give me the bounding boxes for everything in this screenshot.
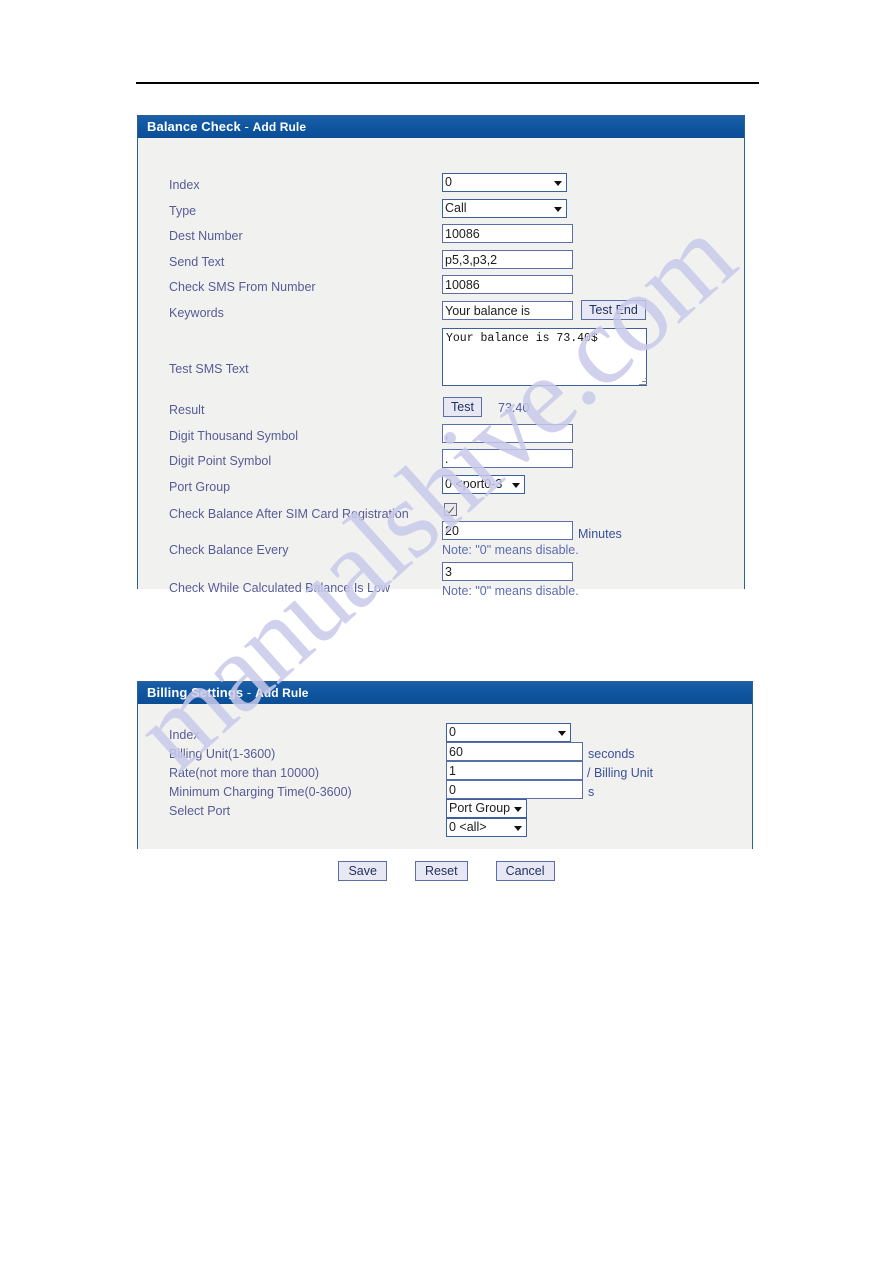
label-select-port: Select Port [169,804,231,818]
result-value: 73.40 [498,401,530,415]
select-port-mode-select[interactable]: Port Group [446,799,527,818]
label-index: Index [169,178,200,192]
select-port-mode-value: Port Group [449,801,511,815]
billing-settings-panel-body: Index 0 Billing Unit(1-3600) seconds Rat… [138,704,752,849]
label-digit-point-symbol: Digit Point Symbol [169,454,272,468]
send-text-input[interactable] [442,250,573,269]
check-balance-every-note: Note: "0" means disable. [442,543,579,557]
chevron-down-icon [514,826,522,831]
reset-button[interactable]: Reset [414,861,468,881]
test-end-button-label: Test End [589,303,638,317]
check-while-low-input[interactable] [442,562,573,581]
select-port-group-value: 0 <all> [449,820,487,834]
balance-check-title-dash: - [240,119,253,134]
type-select[interactable]: Call [442,199,567,218]
check-icon [446,505,455,514]
billing-unit-units: seconds [588,747,635,761]
check-while-low-note: Note: "0" means disable. [442,584,579,598]
billing-settings-title-sub: Add Rule [255,686,309,700]
port-group-select-value: 0 <port0-3 [445,477,503,491]
minimum-charging-time-units: s [588,785,595,799]
label-billing-unit: Billing Unit(1-3600) [169,747,276,761]
test-button[interactable]: Test [443,397,482,417]
billing-settings-panel-title: Billing Settings - Add Rule [138,682,752,704]
chevron-down-icon [512,483,520,488]
test-sms-text-textarea[interactable]: Your balance is 73.40$ [442,328,647,386]
keywords-input[interactable] [442,301,573,320]
digit-thousand-symbol-input[interactable] [442,424,573,443]
rate-units: / Billing Unit [587,766,653,780]
label-result: Result [169,403,205,417]
form-action-buttons: Save Reset Cancel [0,861,893,881]
label-dest-number: Dest Number [169,229,243,243]
label-minimum-charging-time: Minimum Charging Time(0-3600) [169,785,352,799]
index-select[interactable]: 0 [442,173,567,192]
type-select-value: Call [445,201,467,215]
billing-index-select[interactable]: 0 [446,723,571,742]
save-button[interactable]: Save [338,861,387,881]
label-billing-index: Index [169,728,200,742]
check-balance-every-input[interactable] [442,521,573,540]
balance-check-panel-body: Index 0 Type Call Dest Number Send Text … [138,138,744,598]
label-keywords: Keywords [169,306,224,320]
page-header-rule [136,82,759,84]
test-button-label: Test [451,400,474,414]
rate-input[interactable] [446,761,583,780]
billing-unit-input[interactable] [446,742,583,761]
chevron-down-icon [514,807,522,812]
balance-check-title-main: Balance Check [147,119,241,134]
minimum-charging-time-input[interactable] [446,780,583,799]
check-sms-from-number-input[interactable] [442,275,573,294]
balance-check-title-sub: Add Rule [252,120,307,134]
label-send-text: Send Text [169,255,225,269]
dest-number-input[interactable] [442,224,573,243]
billing-settings-panel: Billing Settings - Add Rule Index 0 Bill… [137,681,753,849]
chevron-down-icon [558,731,566,736]
cancel-button[interactable]: Cancel [495,861,555,881]
balance-check-panel: Balance Check - Add Rule Index 0 Type Ca… [137,115,745,598]
chevron-down-icon [554,181,562,186]
label-check-while-low: Check While Calculated Balance Is Low [169,581,390,595]
select-port-group-select[interactable]: 0 <all> [446,818,527,837]
label-check-balance-every: Check Balance Every [169,543,289,557]
label-digit-thousand-symbol: Digit Thousand Symbol [169,429,299,443]
label-rate: Rate(not more than 10000) [169,766,320,780]
balance-check-panel-title: Balance Check - Add Rule [138,116,744,138]
label-check-after-registration: Check Balance After SIM Card Registratio… [169,507,409,521]
check-balance-every-unit: Minutes [578,527,622,541]
chevron-down-icon [554,207,562,212]
port-group-select[interactable]: 0 <port0-3 [442,475,525,494]
index-select-value: 0 [445,175,452,189]
billing-settings-title-dash: - [243,685,256,700]
billing-settings-title-main: Billing Settings [147,685,244,700]
label-port-group: Port Group [169,480,231,494]
test-end-button[interactable]: Test End [581,300,646,320]
label-check-sms-from-number: Check SMS From Number [169,280,316,294]
label-type: Type [169,204,197,218]
digit-point-symbol-input[interactable] [442,449,573,468]
billing-index-select-value: 0 [449,725,456,739]
label-test-sms-text: Test SMS Text [169,362,249,376]
check-after-registration-checkbox[interactable] [444,503,457,516]
